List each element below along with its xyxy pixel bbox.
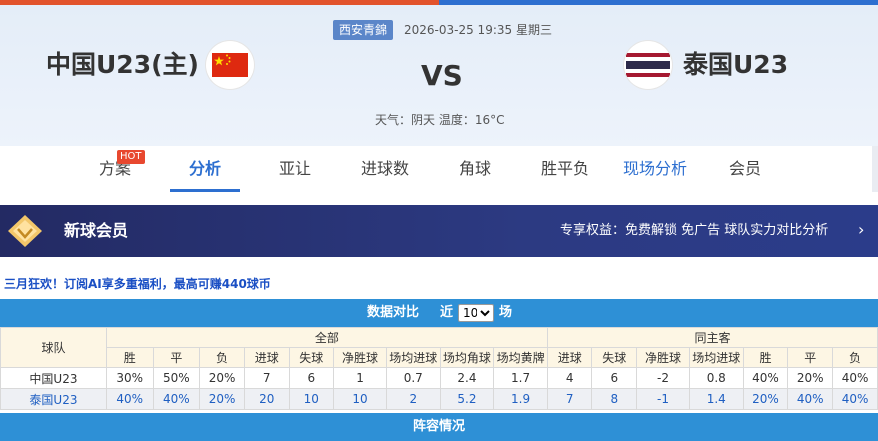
stat-cell: 1.7: [493, 367, 548, 389]
team-cell[interactable]: 泰国U23: [0, 388, 107, 410]
stat-cell: 10: [288, 388, 335, 410]
stat-cell: 1.4: [688, 388, 744, 410]
tab-label: 胜平负: [540, 159, 589, 178]
column-header: 场均黄牌: [493, 347, 548, 368]
column-header: 胜: [742, 347, 789, 368]
member-banner[interactable]: 新球会员 专享权益：免费解锁 免广告 球队实力对比分析 ›: [0, 205, 878, 257]
column-header: 失球: [591, 347, 638, 368]
china-flag-icon[interactable]: [206, 41, 254, 89]
column-header: 进球: [243, 347, 290, 368]
group-all-header: 全部: [105, 327, 548, 348]
tab-goals[interactable]: 进球数: [360, 146, 410, 192]
column-header: 场均进球: [688, 347, 744, 368]
stat-cell: 40%: [787, 388, 834, 410]
stat-cell: 2: [385, 388, 441, 410]
tab-analysis[interactable]: 分析: [170, 146, 240, 192]
column-header: 进球: [546, 347, 593, 368]
hot-badge: HOT: [117, 150, 145, 164]
team-cell[interactable]: 中国U23: [0, 367, 107, 389]
stats-table: 球队 全部 同主客 胜 平 负 进球 失球 净胜球 场均进球 场均角球 场均黄牌…: [0, 327, 878, 410]
stat-cell: 5.2: [439, 388, 495, 410]
stat-cell: 6: [288, 367, 335, 389]
tab-label: 角球: [458, 159, 491, 178]
column-header: 胜: [105, 347, 154, 368]
tab-label: 会员: [728, 159, 761, 178]
column-header: 失球: [288, 347, 335, 368]
match-count-select[interactable]: 10: [458, 304, 494, 322]
team-column-header: 球队: [0, 327, 107, 368]
member-title: 新球会员: [64, 221, 129, 240]
stat-cell: 8: [591, 388, 638, 410]
stat-cell: 50%: [152, 367, 201, 389]
column-header: 平: [787, 347, 834, 368]
weather-info: 天气：阴天 温度：16°C: [375, 113, 505, 127]
stat-cell: 20: [243, 388, 290, 410]
column-header: 负: [832, 347, 878, 368]
stat-cell: 7: [546, 388, 593, 410]
chevron-right-icon[interactable]: ›: [858, 220, 864, 240]
tab-label: 分析: [188, 159, 221, 178]
group-same-venue-header: 同主客: [546, 327, 878, 348]
home-team-name[interactable]: 中国U23(主): [46, 47, 199, 83]
column-header: 场均角球: [439, 347, 495, 368]
diamond-icon: [8, 215, 42, 247]
stat-cell: 20%: [199, 388, 245, 410]
stat-cell: 0.7: [385, 367, 441, 389]
stat-cell: 4: [546, 367, 593, 389]
stat-cell: 7: [243, 367, 290, 389]
column-header: 负: [199, 347, 245, 368]
stat-cell: -2: [636, 367, 690, 389]
column-header: 净胜球: [333, 347, 387, 368]
table-row: 泰国U23 40% 40% 20% 20 10 10 2 5.2 1.9 7 8…: [0, 388, 878, 410]
near-label: 近: [440, 305, 454, 320]
tab-label: 现场分析: [622, 159, 687, 178]
thailand-flag-icon[interactable]: [624, 41, 672, 89]
vs-label: VS: [421, 59, 463, 92]
table-row: 中国U23 30% 50% 20% 7 6 1 0.7 2.4 1.7 4 6 …: [0, 367, 878, 389]
stat-cell: 6: [591, 367, 638, 389]
away-team-name[interactable]: 泰国U23: [683, 47, 788, 83]
stat-cell: 40%: [742, 367, 789, 389]
stat-cell: 40%: [832, 388, 878, 410]
promo-link[interactable]: 三月狂欢！订阅AI享多重福利，最高可赚440球币: [4, 276, 271, 292]
stat-cell: 20%: [787, 367, 834, 389]
stat-cell: 20%: [742, 388, 789, 410]
tab-bar: 方案 HOT 分析 亚让 进球数 角球 胜平负 现场分析 会员: [0, 146, 878, 192]
stats-compare-header: 数据对比 近 10 场: [0, 299, 878, 327]
column-header-row: 胜 平 负 进球 失球 净胜球 场均进球 场均角球 场均黄牌 进球 失球 净胜球…: [1, 347, 878, 368]
unit-label: 场: [499, 305, 513, 320]
member-benefits: 专享权益：免费解锁 免广告 球队实力对比分析: [560, 223, 829, 238]
tab-label: 亚让: [278, 159, 311, 178]
stat-cell: 20%: [199, 367, 245, 389]
tab-live-analysis[interactable]: 现场分析: [622, 146, 688, 192]
tab-win-draw-loss[interactable]: 胜平负: [540, 146, 590, 192]
tab-bar-edge: [872, 146, 878, 192]
stats-title: 数据对比: [367, 305, 420, 320]
stat-cell: 1: [333, 367, 387, 389]
stat-cell: 0.8: [688, 367, 744, 389]
column-header: 平: [152, 347, 201, 368]
column-header: 净胜球: [636, 347, 690, 368]
stat-cell: 2.4: [439, 367, 495, 389]
stat-cell: -1: [636, 388, 690, 410]
league-badge[interactable]: 西安青錦: [333, 20, 394, 40]
stat-cell: 1.9: [493, 388, 548, 410]
tab-corners[interactable]: 角球: [458, 146, 492, 192]
match-header: 西安青錦 2026-03-25 19:35 星期三 中国U23(主) VS 泰国…: [0, 5, 878, 146]
tab-label: 进球数: [360, 159, 409, 178]
stat-cell: 10: [333, 388, 387, 410]
stat-cell: 40%: [105, 388, 154, 410]
tab-membership[interactable]: 会员: [728, 146, 762, 192]
lineup-header: 阵容情况: [0, 413, 878, 441]
stat-cell: 40%: [832, 367, 878, 389]
match-datetime: 2026-03-25 19:35 星期三: [404, 23, 552, 37]
stat-cell: 30%: [105, 367, 154, 389]
stat-cell: 40%: [152, 388, 201, 410]
column-header: 场均进球: [385, 347, 441, 368]
tab-asian-handicap[interactable]: 亚让: [278, 146, 312, 192]
